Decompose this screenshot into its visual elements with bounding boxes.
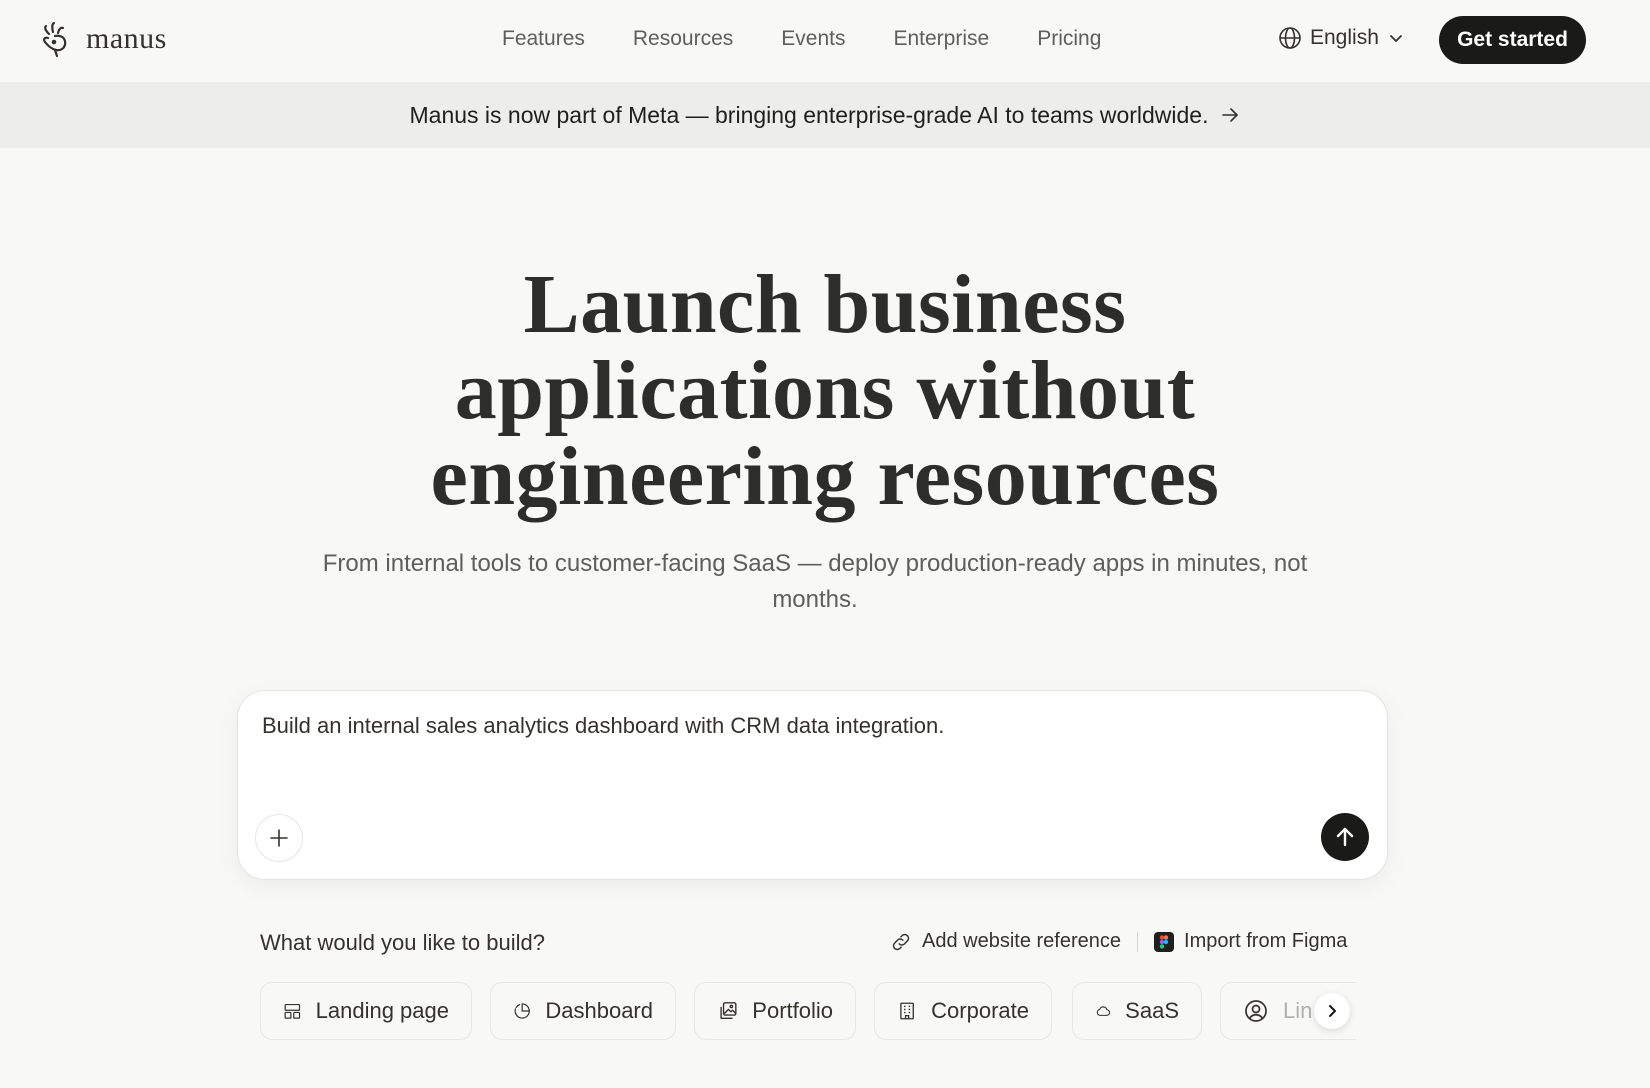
chip-label: Portfolio [752,998,833,1023]
building-icon [900,1002,914,1020]
user-circle-icon [1245,1000,1267,1022]
plus-icon [270,829,288,847]
chip-label: SaaS [1125,998,1179,1023]
chip-portfolio[interactable]: Portfolio [694,982,856,1040]
layout-icon [284,1003,301,1019]
language-selector[interactable]: English [1278,26,1405,50]
import-from-figma-button[interactable]: Import from Figma [1154,930,1347,953]
hero-title: Launch business applications without eng… [0,262,1650,520]
chip-label: Corporate [931,998,1029,1023]
get-started-button[interactable]: Get started [1439,16,1586,64]
globe-icon [1279,27,1301,49]
chip-landing-page[interactable]: Landing page [260,982,472,1040]
hero-title-line: engineering resources [430,430,1220,523]
logo[interactable]: manus [40,20,167,58]
reference-links: Add website reference Import from Figma [890,930,1347,953]
arrow-up-icon [1336,827,1354,847]
send-button[interactable] [1321,813,1369,861]
figma-icon [1154,931,1175,952]
prompt-input[interactable]: Build an internal sales analytics dashbo… [262,713,1362,773]
language-label: English [1310,26,1379,49]
build-type-chips: Landing page Dashboard Portfolio Corpora… [260,982,1356,1040]
link-icon [892,933,910,950]
hero-title-line: applications without [454,344,1196,437]
nav-link-pricing[interactable]: Pricing [1037,27,1101,51]
add-website-reference-label: Add website reference [922,930,1122,952]
images-icon [720,1002,737,1020]
logo-text: manus [86,22,167,55]
prompt-box: Build an internal sales analytics dashbo… [237,690,1388,880]
add-attachment-button[interactable] [255,814,303,862]
divider [1137,931,1139,952]
chip-label: Lin [1283,998,1313,1023]
arrow-right-icon [1221,108,1238,122]
hero-subtitle: From internal tools to customer-facing S… [322,550,1308,613]
nav-link-resources[interactable]: Resources [633,27,733,51]
build-prompt-label: What would you like to build? [260,930,545,955]
manus-hand-icon [43,21,67,58]
add-website-reference-button[interactable]: Add website reference [890,930,1121,953]
top-navigation: manus Features Resources Events Enterpri… [0,0,1650,82]
chevron-down-icon [1389,35,1402,42]
pie-chart-icon [514,1003,530,1019]
chip-label: Landing page [315,998,449,1023]
chevron-right-icon [1329,1005,1336,1017]
banner-text: Manus is now part of Meta — bringing ent… [409,101,1209,128]
chip-dashboard[interactable]: Dashboard [490,982,676,1040]
chip-label: Dashboard [545,998,653,1023]
chips-scroll-right-button[interactable] [1314,993,1350,1029]
nav-link-events[interactable]: Events [781,27,845,51]
cloud-icon [1096,1006,1111,1016]
hero-title-line: Launch business [523,258,1127,351]
nav-link-features[interactable]: Features [502,27,585,51]
nav-link-enterprise[interactable]: Enterprise [893,27,989,51]
import-from-figma-label: Import from Figma [1184,930,1348,952]
chip-corporate[interactable]: Corporate [874,982,1052,1040]
chip-saas[interactable]: SaaS [1072,982,1202,1040]
nav-links: Features Resources Events Enterprise Pri… [502,27,1101,51]
announcement-banner[interactable]: Manus is now part of Meta — bringing ent… [0,82,1650,148]
